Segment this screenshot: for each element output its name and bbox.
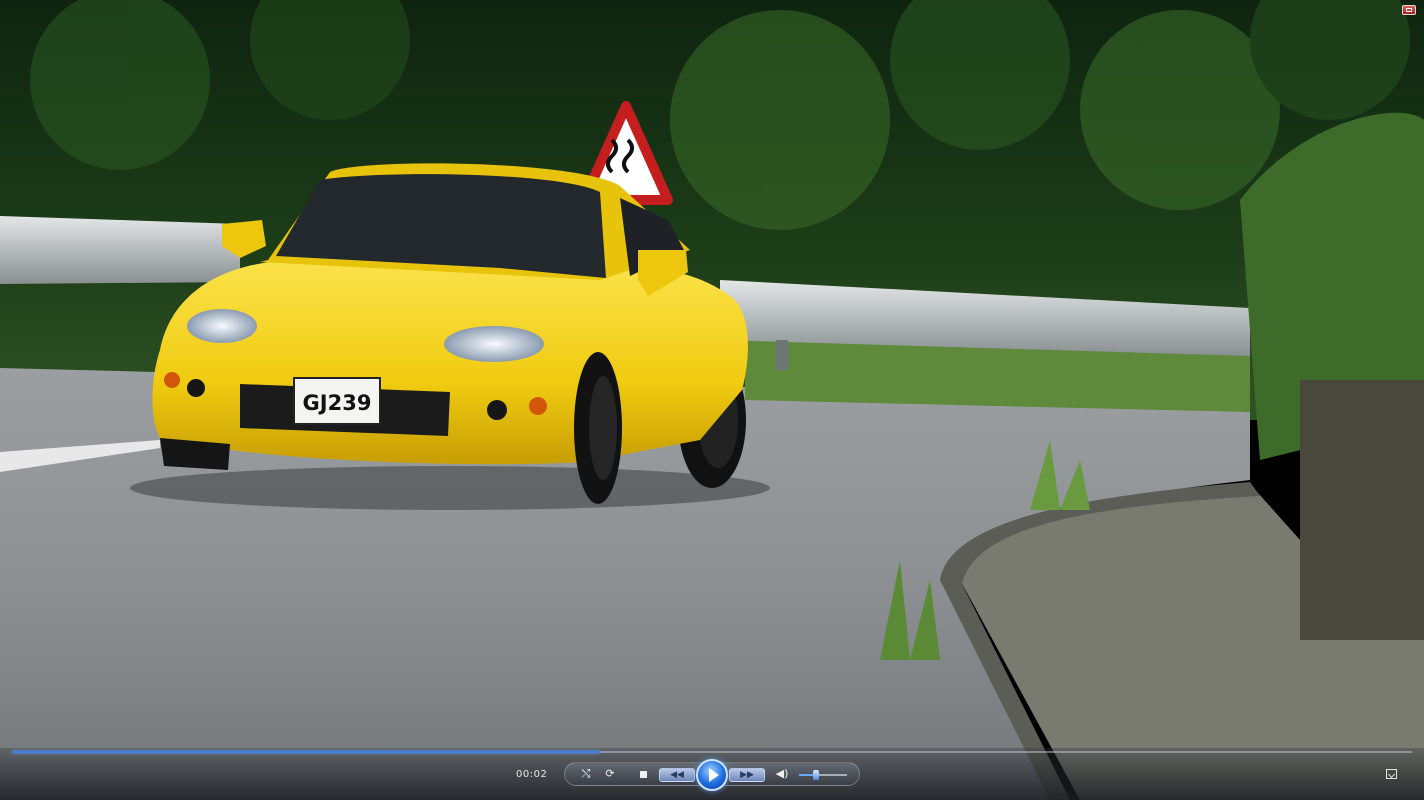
play-icon[interactable]	[696, 759, 728, 791]
guardrail-left	[0, 216, 240, 284]
license-plate-text: GJ239	[303, 391, 372, 415]
seek-progress	[12, 751, 600, 753]
headlight-right	[444, 326, 544, 362]
wall-right	[1300, 380, 1424, 640]
repeat-icon[interactable]: ⟳	[603, 767, 617, 781]
shuffle-icon[interactable]: ⤭	[579, 767, 593, 781]
playback-controls: 00:02 ⤭ ⟳ ◀◀ ▶▶ ◀)	[0, 748, 1424, 800]
guardrail-post	[776, 340, 788, 370]
transport-controls: ⤭ ⟳ ◀◀ ▶▶ ◀)	[564, 759, 860, 791]
fullscreen-icon[interactable]	[1386, 769, 1397, 779]
time-display: 00:02	[516, 769, 548, 780]
previous-icon[interactable]: ◀◀	[659, 768, 695, 782]
volume-slider[interactable]	[799, 770, 847, 780]
restore-icon[interactable]	[1402, 5, 1416, 15]
volume-thumb[interactable]	[812, 770, 819, 780]
video-frame: GJ239	[0, 0, 1424, 800]
car-shadow	[130, 466, 770, 510]
media-player-window: GJ239 00:02 ⤭ ⟳ ◀◀ ▶▶ ◀)	[0, 0, 1424, 800]
seek-bar[interactable]	[12, 751, 1412, 753]
stop-icon[interactable]	[640, 771, 647, 778]
headlight-left	[187, 309, 257, 343]
next-icon[interactable]: ▶▶	[729, 768, 765, 782]
speaker-icon[interactable]: ◀)	[775, 767, 789, 781]
